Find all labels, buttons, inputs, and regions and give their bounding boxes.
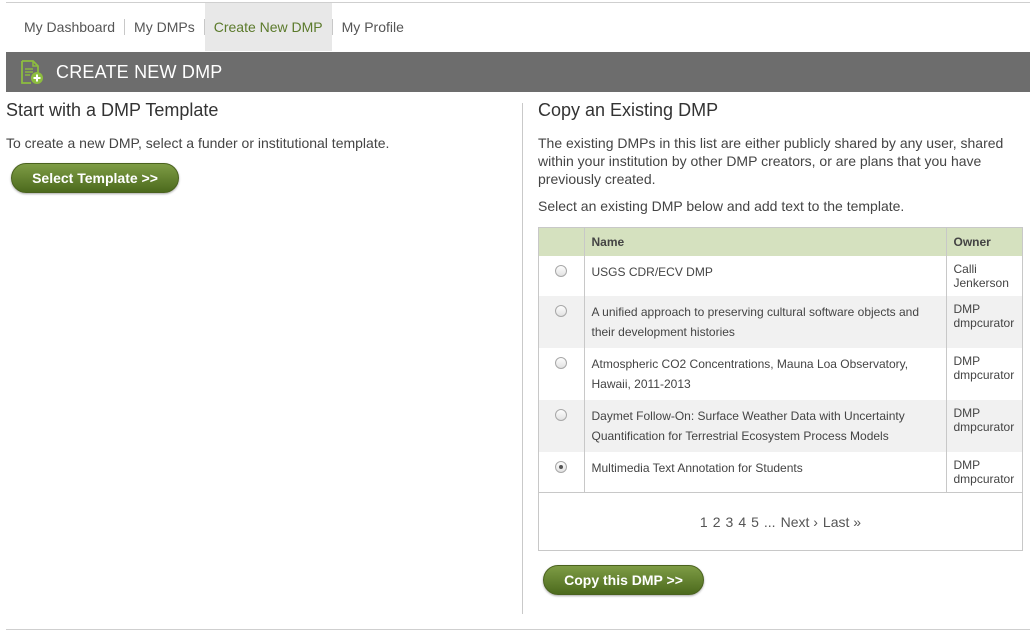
owner-second: dmpcurator: [953, 316, 1015, 330]
copy-section: Copy an Existing DMP The existing DMPs i…: [538, 100, 1024, 214]
nav-my-profile[interactable]: My Profile: [333, 3, 413, 51]
table-header-row: Name Owner: [539, 228, 1022, 256]
page-link-4[interactable]: 4: [738, 514, 746, 530]
dmp-owner: DMP dmpcurator: [946, 296, 1022, 348]
row-radio[interactable]: [555, 409, 568, 421]
owner-first: DMP: [953, 302, 981, 316]
template-section: Start with a DMP Template To create a ne…: [6, 100, 506, 193]
select-template-button[interactable]: Select Template >>: [11, 163, 179, 193]
dmp-name: A unified approach to preserving cultura…: [584, 296, 947, 348]
owner-second: Jenkerson: [953, 276, 1009, 290]
template-description: To create a new DMP, select a funder or …: [6, 135, 390, 151]
nav-create-new-dmp[interactable]: Create New DMP: [204, 3, 332, 51]
dmp-name: Daymet Follow-On: Surface Weather Data w…: [584, 400, 947, 452]
column-divider: [522, 103, 523, 614]
page-link-2[interactable]: 2: [713, 514, 721, 530]
table-row[interactable]: Atmospheric CO2 Concentrations, Mauna Lo…: [539, 348, 1022, 400]
owner-second: dmpcurator: [953, 420, 1015, 434]
page-title: CREATE NEW DMP: [56, 61, 223, 82]
row-radio[interactable]: [555, 305, 568, 317]
dmp-name: Multimedia Text Annotation for Students: [584, 452, 947, 492]
page-link-5[interactable]: 5: [751, 514, 759, 530]
next-page-link[interactable]: Next ›: [781, 514, 818, 530]
dmp-owner: Calli Jenkerson: [946, 256, 1022, 296]
copy-heading: Copy an Existing DMP: [538, 100, 719, 120]
pagination: 1 2 3 4 5 ... Next › Last »: [539, 492, 1022, 550]
dmp-table: Name Owner USGS CDR/ECV DMP Calli Jenkers…: [539, 228, 1022, 492]
last-page-link[interactable]: Last »: [823, 514, 861, 530]
dmp-name: USGS CDR/ECV DMP: [584, 256, 947, 296]
page-link-1[interactable]: 1: [700, 514, 708, 530]
bottom-divider: [6, 629, 1030, 630]
nav-my-dmps[interactable]: My DMPs: [125, 3, 204, 51]
owner-second: dmpcurator: [953, 472, 1015, 486]
dmp-owner: DMP dmpcurator: [946, 400, 1022, 452]
add-document-icon: [21, 60, 43, 84]
select-column-header: [539, 228, 585, 256]
table-row[interactable]: USGS CDR/ECV DMP Calli Jenkerson: [539, 256, 1022, 296]
owner-second: dmpcurator: [953, 368, 1015, 382]
nav-my-dashboard[interactable]: My Dashboard: [6, 3, 124, 51]
main-nav: My Dashboard My DMPs Create New DMP My P…: [6, 3, 413, 51]
table-row[interactable]: Multimedia Text Annotation for Students …: [539, 452, 1022, 492]
owner-first: DMP: [953, 354, 981, 368]
row-radio[interactable]: [555, 265, 568, 277]
template-heading: Start with a DMP Template: [6, 100, 219, 120]
row-radio-selected[interactable]: [555, 461, 568, 473]
copy-instruction: Select an existing DMP below and add tex…: [538, 198, 905, 214]
owner-first: DMP: [953, 406, 981, 420]
owner-first: Calli: [953, 262, 977, 276]
owner-column-header[interactable]: Owner: [946, 228, 1022, 256]
dmp-table-container: Name Owner USGS CDR/ECV DMP Calli Jenkers…: [538, 227, 1023, 551]
table-row[interactable]: A unified approach to preserving cultura…: [539, 296, 1022, 348]
dmp-name: Atmospheric CO2 Concentrations, Mauna Lo…: [584, 348, 947, 400]
page-ellipsis: ...: [763, 513, 776, 530]
section-header: CREATE NEW DMP: [6, 52, 1030, 92]
dmp-owner: DMP dmpcurator: [946, 452, 1022, 492]
dmp-owner: DMP dmpcurator: [946, 348, 1022, 400]
name-column-header[interactable]: Name: [584, 228, 947, 256]
copy-description: The existing DMPs in this list are eithe…: [538, 135, 1004, 187]
page-link-3[interactable]: 3: [726, 514, 734, 530]
owner-first: DMP: [953, 458, 981, 472]
table-row[interactable]: Daymet Follow-On: Surface Weather Data w…: [539, 400, 1022, 452]
copy-dmp-button[interactable]: Copy this DMP >>: [543, 565, 704, 595]
row-radio[interactable]: [555, 357, 568, 369]
